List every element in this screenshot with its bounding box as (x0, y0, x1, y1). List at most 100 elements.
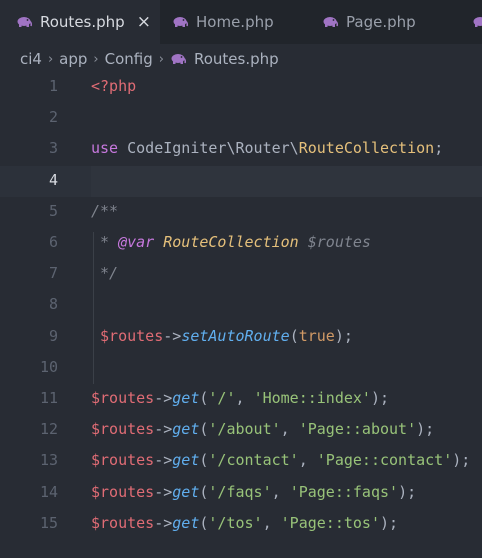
code-token: 'Home::index' (253, 389, 371, 407)
code-line[interactable]: 2 (0, 103, 482, 134)
code-token: /** (91, 201, 119, 220)
code-token: , (235, 389, 254, 407)
code-token: * (91, 233, 119, 251)
code-line-area (91, 259, 482, 290)
line-number: 6 (48, 233, 58, 251)
code-token: ); (334, 326, 353, 345)
code-token: $routes (91, 513, 155, 532)
code-token: ); (380, 513, 399, 532)
code-token: , (262, 513, 281, 532)
line-number: 9 (48, 326, 58, 345)
code-token: true (298, 326, 335, 345)
code-line[interactable]: 6 * @var RouteCollection $routes (0, 228, 482, 259)
code-token: , (280, 420, 299, 439)
code-text: $routes->get('/faqs', 'Page::faqs'); (91, 483, 416, 501)
line-number: 5 (48, 201, 58, 220)
code-line[interactable]: 13 $routes->get('/contact', 'Page::contac… (0, 446, 482, 477)
code-line[interactable]: 3 use CodeIgniter\Router\RouteCollection; (0, 134, 482, 165)
code-line-area (91, 103, 482, 134)
code-line-area (91, 197, 482, 228)
code-line-area (91, 72, 482, 103)
code-token: use (91, 139, 119, 158)
code-line[interactable]: 15 $routes->get('/tos', 'Page::tos'); (0, 509, 482, 540)
code-token: get (172, 420, 200, 439)
code-token: ( (289, 326, 299, 345)
breadcrumb-item-app[interactable]: app (59, 50, 87, 68)
code-token: '/' (208, 389, 236, 407)
code-token: 'Page::tos' (280, 513, 380, 532)
php-elephant-icon (472, 16, 482, 28)
code-token: get (172, 389, 200, 407)
code-text: * @var RouteCollection $routes (91, 233, 371, 251)
code-line[interactable]: 12 $routes->get('/about', 'Page::about'); (0, 415, 482, 446)
tab-home-php[interactable]: Home.php (172, 0, 274, 44)
code-line[interactable]: 9 $routes->setAutoRoute(true); (0, 322, 482, 353)
code-line[interactable]: 5 /** (0, 197, 482, 228)
code-token: '/about' (208, 420, 281, 439)
line-number: 13 (39, 451, 58, 470)
code-line[interactable]: 8 (0, 290, 482, 321)
code-token: RouteCollection (163, 233, 299, 251)
code-text: use CodeIgniter\Router\RouteCollection; (91, 139, 443, 157)
php-elephant-icon (170, 53, 186, 65)
breadcrumb-item-ci4[interactable]: ci4 (20, 50, 42, 68)
line-number: 10 (39, 357, 58, 376)
line-number: 3 (48, 139, 58, 158)
code-token: 'Page::contact' (316, 451, 453, 470)
code-line[interactable]: 10 (0, 353, 482, 384)
breadcrumb-item-routes-php[interactable]: Routes.php (194, 50, 279, 68)
line-number: 8 (48, 295, 58, 314)
code-token: -> (154, 451, 173, 470)
code-line-area (91, 290, 482, 321)
code-token: -> (154, 513, 173, 532)
tab-page-php[interactable]: Page.php (322, 0, 416, 44)
code-line[interactable]: 14 $routes->get('/faqs', 'Page::faqs'); (0, 478, 482, 509)
line-number: 2 (48, 108, 58, 127)
code-token: $routes (298, 233, 371, 251)
tab-label: Routes.php (40, 13, 125, 31)
php-elephant-icon (16, 16, 32, 28)
line-number: 12 (39, 420, 58, 439)
tab-routes-php[interactable]: Routes.php × (0, 0, 160, 44)
code-text: */ (91, 264, 118, 282)
line-number: 14 (39, 482, 58, 501)
code-text: <?php (91, 77, 136, 95)
code-token: $routes (91, 420, 155, 439)
code-token: , (298, 451, 317, 470)
code-token: ); (398, 482, 417, 501)
code-token: ); (452, 451, 471, 470)
close-icon[interactable]: × (137, 12, 151, 32)
code-text: $routes->get('/', 'Home::index'); (91, 389, 389, 407)
code-token: get (172, 482, 200, 501)
code-token: -> (154, 389, 173, 407)
line-number: 7 (48, 264, 58, 283)
code-line-area (91, 353, 482, 384)
indent-guide (93, 232, 94, 384)
code-token: <?php (91, 77, 137, 95)
code-token: get (172, 513, 200, 532)
code-text: $routes->get('/about', 'Page::about'); (91, 420, 434, 438)
code-token: @var (118, 233, 155, 251)
breadcrumb: ci4 › app › Config › Routes.php (0, 44, 482, 74)
code-line[interactable]: 1 <?php (0, 72, 482, 103)
line-number: 1 (48, 77, 58, 95)
code-token: $routes (91, 389, 155, 407)
code-token: '/contact' (208, 451, 299, 470)
code-token: setAutoRoute (181, 326, 290, 345)
line-number: 15 (39, 513, 58, 532)
code-token: -> (154, 482, 173, 501)
code-token: 'Page::faqs' (289, 482, 399, 501)
code-token: '/tos' (208, 513, 263, 532)
code-text: /** (91, 202, 118, 220)
code-line[interactable]: 7 */ (0, 259, 482, 290)
code-line[interactable]: 4 (0, 165, 482, 197)
code-line-area (91, 165, 482, 197)
breadcrumb-item-config[interactable]: Config (105, 50, 153, 68)
code-token: ); (370, 389, 390, 407)
tab-overflow[interactable] (472, 0, 482, 44)
code-token: $routes (91, 482, 155, 501)
code-token: -> (154, 420, 173, 439)
php-elephant-icon (172, 16, 188, 28)
code-line[interactable]: 11 $routes->get('/', 'Home::index'); (0, 384, 482, 415)
